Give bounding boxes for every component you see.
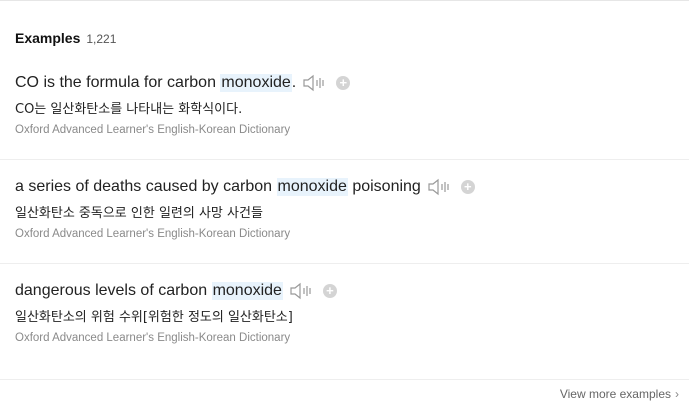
sentence-text-before: CO is the formula for carbon bbox=[15, 74, 221, 91]
view-more-examples-link[interactable]: View more examples › bbox=[560, 387, 679, 401]
examples-header: Examples 1,221 bbox=[15, 30, 116, 46]
speaker-icon[interactable] bbox=[289, 282, 315, 300]
sentence-highlight: monoxide bbox=[220, 74, 292, 92]
examples-title: Examples bbox=[15, 30, 81, 46]
sentence-highlight: monoxide bbox=[211, 282, 283, 300]
translation-text: 일산화탄소 중독으로 인한 일련의 사망 사건들 bbox=[15, 206, 263, 221]
plus-icon[interactable]: + bbox=[336, 76, 351, 90]
footer-divider bbox=[0, 379, 689, 380]
view-more-label: View more examples bbox=[559, 387, 671, 401]
source-text: Oxford Advanced Learner's English-Korean… bbox=[15, 124, 291, 136]
source-text: Oxford Advanced Learner's English-Korean… bbox=[15, 332, 291, 344]
divider bbox=[0, 159, 689, 160]
example-sentence: a series of deaths caused by carbon mono… bbox=[15, 176, 475, 198]
speaker-icon[interactable] bbox=[302, 74, 328, 92]
chevron-right-icon: › bbox=[675, 387, 679, 401]
sentence-highlight: monoxide bbox=[276, 178, 348, 196]
sentence-text-after: . bbox=[291, 74, 297, 91]
example-sentence: CO is the formula for carbon monoxide. + bbox=[15, 72, 351, 94]
translation-text: CO는 일산화탄소를 나타내는 화학식이다. bbox=[15, 102, 243, 117]
translation-text: 일산화탄소의 위험 수위[위험한 정도의 일산화탄소] bbox=[15, 310, 293, 325]
examples-count: 1,221 bbox=[86, 32, 117, 46]
speaker-icon[interactable] bbox=[427, 178, 453, 196]
plus-icon[interactable]: + bbox=[322, 284, 337, 298]
source-text: Oxford Advanced Learner's English-Korean… bbox=[15, 228, 291, 240]
sentence-text-before: dangerous levels of carbon bbox=[15, 282, 212, 299]
plus-icon[interactable]: + bbox=[460, 180, 475, 194]
example-sentence: dangerous levels of carbon monoxide + bbox=[15, 280, 337, 302]
sentence-text-before: a series of deaths caused by carbon bbox=[15, 178, 277, 195]
divider bbox=[0, 263, 689, 264]
sentence-text-after: poisoning bbox=[347, 178, 421, 195]
top-divider bbox=[0, 0, 689, 1]
